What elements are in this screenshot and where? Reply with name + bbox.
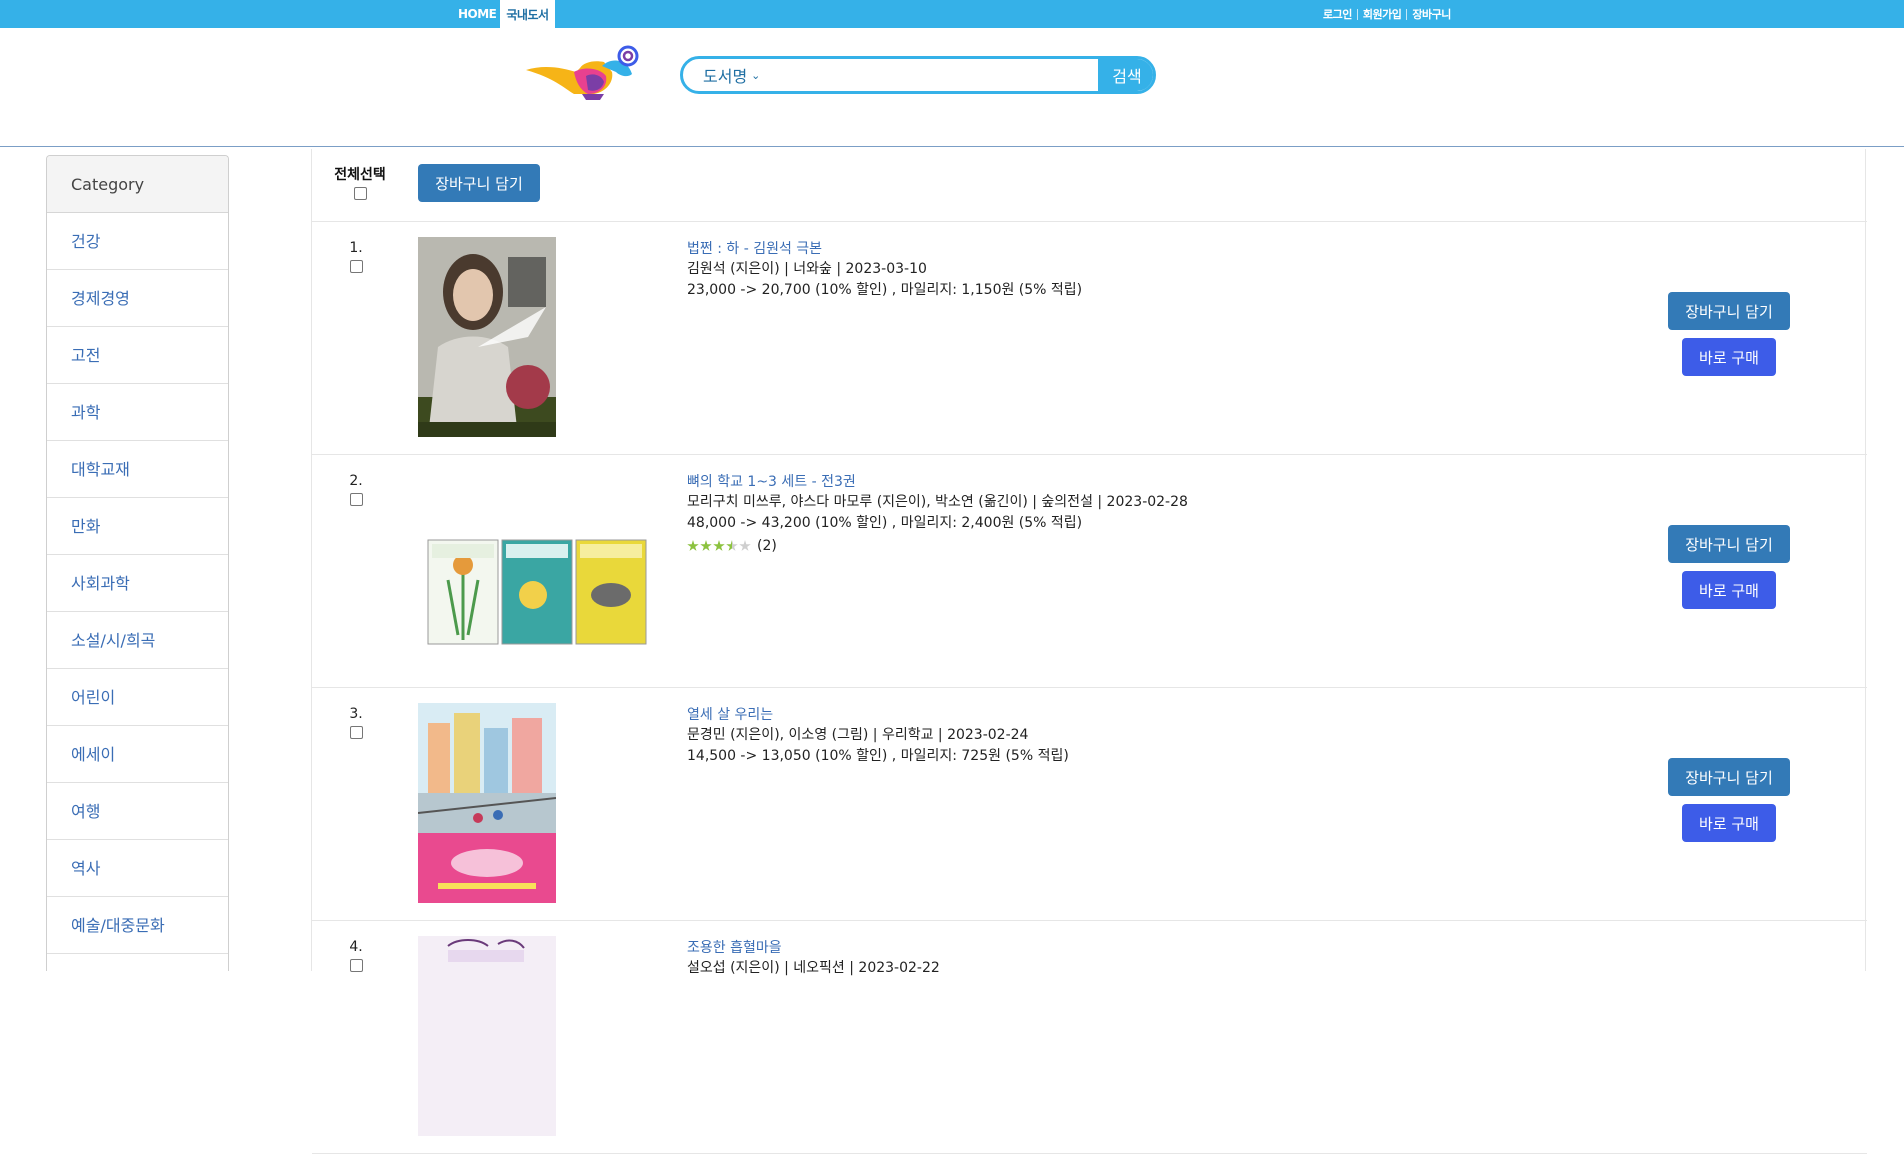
category-header: Category: [47, 156, 228, 213]
rating-count: (2): [757, 538, 777, 554]
book-cover-image[interactable]: [418, 703, 556, 903]
star-icon: [687, 540, 699, 551]
add-to-cart-button[interactable]: 장바구니 담기: [1668, 292, 1790, 330]
buy-now-button[interactable]: 바로 구매: [1682, 804, 1776, 842]
category-sidebar: Category 건강 경제경영 고전 과학 대학교재 만화 사회과학 소설/시…: [46, 155, 229, 971]
book-row: 1. 법쩐 : 하 - 김원석 극본 김원석 (지은이) | 너와숲 | 202…: [312, 222, 1867, 455]
book-index: 1.: [349, 240, 363, 256]
chevron-down-icon: ⌄: [751, 68, 761, 82]
book-meta: 김원석 (지은이) | 너와숲 | 2023-03-10: [687, 261, 927, 277]
book-checkbox[interactable]: [349, 493, 363, 506]
select-all: 전체선택: [329, 164, 391, 204]
search-input[interactable]: [793, 59, 1098, 91]
book-price: 23,000 -> 20,700 (10% 할인) , 마일리지: 1,150원…: [687, 282, 1083, 298]
book-meta: 문경민 (지은이), 이소영 (그림) | 우리학교 | 2023-02-24: [687, 727, 1029, 743]
list-toolbar: 전체선택 장바구니 담기: [312, 149, 1867, 222]
category-item-arts[interactable]: 예술/대중문화: [47, 897, 228, 954]
book-number: 1.: [345, 240, 367, 277]
buy-now-button[interactable]: 바로 구매: [1682, 571, 1776, 609]
category-item-business[interactable]: 경제경영: [47, 270, 228, 327]
add-to-cart-button[interactable]: 장바구니 담기: [1668, 525, 1790, 563]
book-number: 4.: [345, 939, 367, 976]
category-item-textbooks[interactable]: 대학교재: [47, 441, 228, 498]
book-meta: 설오섭 (지은이) | 네오픽션 | 2023-02-22: [687, 960, 940, 976]
book-title-link[interactable]: 열세 살 우리는: [687, 705, 1587, 725]
add-to-cart-button[interactable]: 장바구니 담기: [1668, 758, 1790, 796]
book-rating: (2): [687, 536, 1587, 556]
book-index: 2.: [349, 473, 363, 489]
category-item-social-science[interactable]: 사회과학: [47, 555, 228, 612]
book-title-link[interactable]: 법쩐 : 하 - 김원석 극본: [687, 239, 1587, 259]
buy-now-button[interactable]: 바로 구매: [1682, 338, 1776, 376]
nav-home-link[interactable]: HOME: [454, 0, 500, 28]
book-checkbox[interactable]: [349, 959, 363, 972]
star-empty-icon: [739, 540, 751, 551]
add-selected-to-cart-button[interactable]: 장바구니 담기: [418, 164, 540, 202]
book-info: 조용한 흡혈마을 설오섭 (지은이) | 네오픽션 | 2023-02-22: [687, 938, 1587, 979]
book-price: 14,500 -> 13,050 (10% 할인) , 마일리지: 725원 (…: [687, 748, 1069, 764]
login-link[interactable]: 로그인: [1318, 6, 1357, 22]
category-item-children[interactable]: 어린이: [47, 669, 228, 726]
book-checkbox[interactable]: [349, 260, 363, 273]
search-scope-select[interactable]: 도서명 ⌄: [683, 63, 793, 87]
search-bar: 도서명 ⌄ 검색: [680, 56, 1156, 94]
book-index: 3.: [349, 706, 363, 722]
book-meta: 모리구치 미쓰루, 야스다 마모루 (지은이), 박소연 (옮긴이) | 숲의전…: [687, 494, 1188, 510]
top-nav-right: 로그인 회원가입 장바구니: [1318, 0, 1456, 28]
header-divider: [0, 146, 1904, 147]
category-item-history[interactable]: 역사: [47, 840, 228, 897]
book-row: 3. 열세 살 우리는 문경민 (지은이), 이소영 (그림) | 우리학교 |…: [312, 688, 1867, 921]
select-all-label: 전체선택: [334, 167, 386, 183]
book-cover-image[interactable]: [418, 470, 648, 670]
book-info: 열세 살 우리는 문경민 (지은이), 이소영 (그림) | 우리학교 | 20…: [687, 705, 1587, 767]
top-bar: HOME 국내도서 로그인 회원가입 장바구니: [0, 0, 1904, 28]
category-item-science[interactable]: 과학: [47, 384, 228, 441]
book-title-link[interactable]: 뼈의 학교 1~3 세트 - 전3권: [687, 472, 1587, 492]
book-info: 법쩐 : 하 - 김원석 극본 김원석 (지은이) | 너와숲 | 2023-0…: [687, 239, 1587, 301]
cart-link[interactable]: 장바구니: [1407, 6, 1455, 22]
signup-link[interactable]: 회원가입: [1358, 6, 1406, 22]
star-icon: [713, 540, 725, 551]
top-nav-left: HOME 국내도서: [454, 0, 555, 28]
search-button[interactable]: 검색: [1098, 59, 1153, 91]
book-checkbox[interactable]: [349, 726, 363, 739]
search-scope-label: 도서명: [703, 67, 748, 86]
book-cover-image[interactable]: [418, 237, 556, 437]
select-all-checkbox[interactable]: [353, 187, 367, 200]
genie-lamp-logo[interactable]: [524, 42, 644, 102]
category-item-health[interactable]: 건강: [47, 213, 228, 270]
star-icon: [700, 540, 712, 551]
book-list: 전체선택 장바구니 담기 1. 법쩐 : 하 - 김원석 극본 김원석 (지은이…: [311, 149, 1867, 1154]
book-title-link[interactable]: 조용한 흡혈마을: [687, 938, 1587, 958]
book-row: 4. 조용한 흡혈마을 설오섭 (지은이) | 네오픽션 | 2023-02-2…: [312, 921, 1867, 1154]
category-item-fiction[interactable]: 소설/시/희곡: [47, 612, 228, 669]
book-row: 2. 뼈의 학교 1~3 세트 - 전3권 모리구치 미쓰루, 야스다 마모루 …: [312, 455, 1867, 688]
category-item-travel[interactable]: 여행: [47, 783, 228, 840]
category-item-comics[interactable]: 만화: [47, 498, 228, 555]
book-cover-image[interactable]: [418, 936, 556, 1136]
book-info: 뼈의 학교 1~3 세트 - 전3권 모리구치 미쓰루, 야스다 마모루 (지은…: [687, 472, 1587, 556]
rating-stars: [687, 540, 752, 552]
category-item-essay[interactable]: 에세이: [47, 726, 228, 783]
nav-domestic-books-tab[interactable]: 국내도서: [500, 0, 555, 28]
star-half-icon: [726, 540, 738, 551]
category-item-classics[interactable]: 고전: [47, 327, 228, 384]
book-price: 48,000 -> 43,200 (10% 할인) , 마일리지: 2,400원…: [687, 515, 1083, 531]
book-number: 3.: [345, 706, 367, 743]
book-number: 2.: [345, 473, 367, 510]
book-index: 4.: [349, 939, 363, 955]
